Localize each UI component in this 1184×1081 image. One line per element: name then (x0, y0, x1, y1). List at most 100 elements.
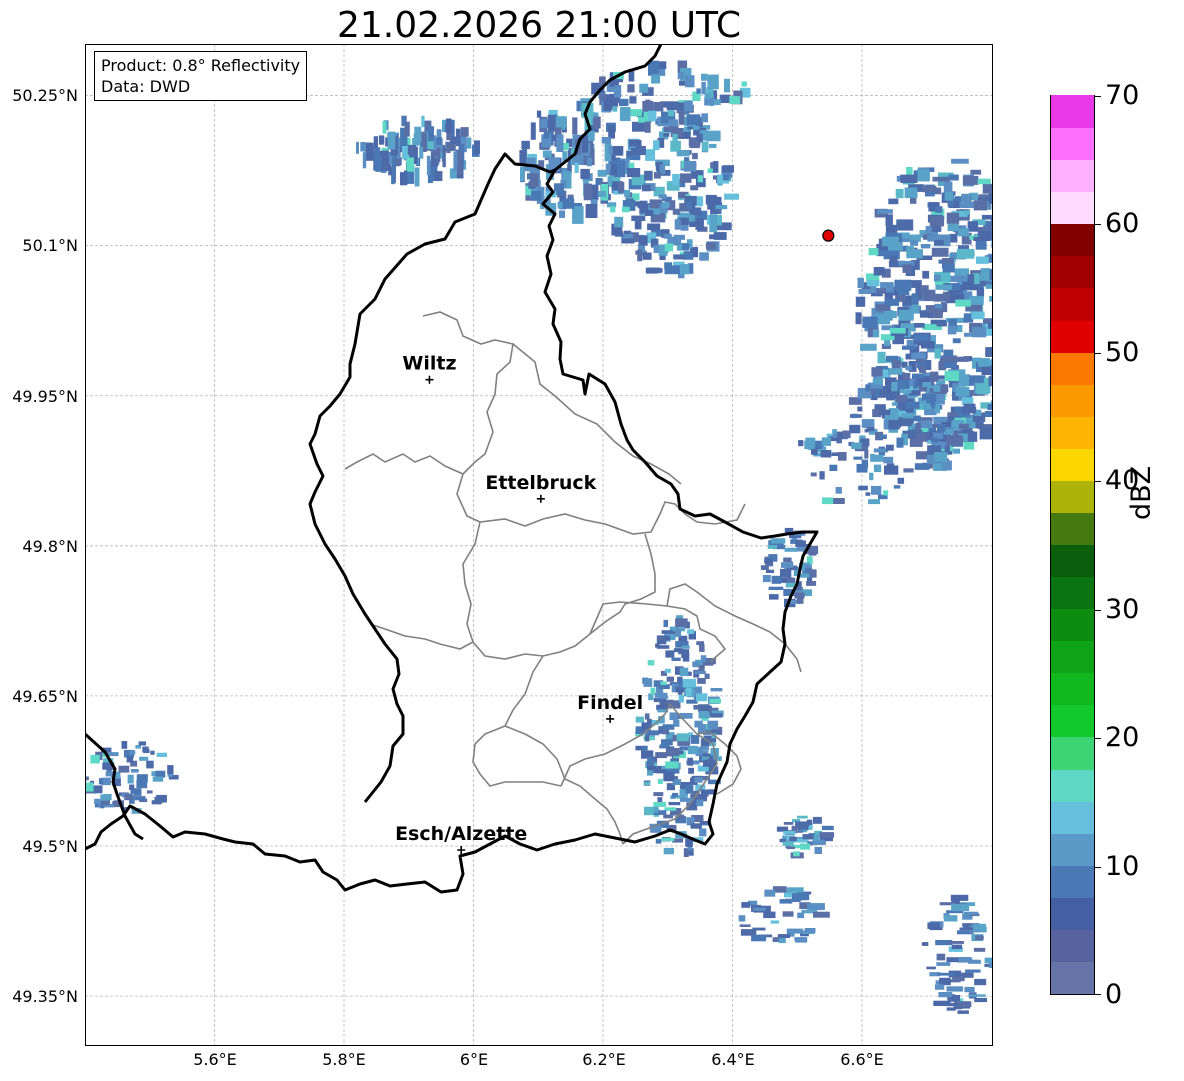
echo-cell (674, 629, 682, 637)
echo-cell (888, 420, 900, 430)
echo-cell (980, 268, 991, 278)
echo-cell (134, 796, 146, 801)
echo-cell (947, 412, 959, 417)
echo-cell (614, 231, 624, 237)
echo-cell (884, 310, 897, 319)
echo-cell (901, 413, 914, 419)
echo-cell (906, 249, 923, 259)
echo-cell (152, 776, 164, 782)
echo-cell (722, 165, 734, 173)
echo-cell (877, 288, 886, 294)
echo-cell (891, 402, 898, 406)
echo-cell (982, 183, 993, 194)
colorbar-segment (1051, 865, 1094, 898)
echo-cell (958, 957, 971, 961)
echo-cell (951, 944, 962, 949)
echo-cell (782, 911, 794, 917)
colorbar-segment (1051, 416, 1094, 449)
echo-cell (419, 146, 424, 159)
echo-cell (835, 487, 842, 494)
echo-cell (696, 88, 701, 94)
echo-cell (741, 81, 747, 87)
echo-cell (869, 472, 874, 481)
echo-cell (716, 215, 722, 226)
echo-cell (653, 140, 660, 151)
echo-cell (837, 452, 847, 461)
echo-cell (965, 969, 981, 973)
echo-cell (812, 816, 822, 824)
echo-cell (978, 358, 990, 367)
echo-cell (894, 279, 912, 291)
echo-cell (662, 724, 675, 730)
echo-cell (896, 394, 908, 403)
echo-cell (888, 198, 899, 205)
echo-cell (804, 928, 816, 933)
echo-cell (821, 497, 834, 505)
echo-cell (919, 365, 926, 374)
colorbar-label-10: 10 (1105, 851, 1140, 882)
city-label: Wiltz (402, 353, 456, 375)
echo-cell (829, 464, 838, 471)
echo-cell (923, 289, 936, 301)
echo-cell (705, 194, 717, 205)
echo-cell (939, 902, 954, 906)
echo-cell (888, 408, 899, 418)
echo-cell (877, 209, 893, 214)
echo-cell (820, 450, 832, 458)
echo-cell (917, 169, 930, 182)
echo-cell (981, 365, 993, 375)
echo-cell (426, 155, 431, 176)
echo-cell (672, 792, 679, 798)
echo-cell (421, 115, 425, 128)
echo-cell (958, 228, 969, 237)
echo-cell (798, 440, 804, 447)
colorbar-title: dBZ (1126, 465, 1157, 520)
echo-cell (715, 205, 728, 210)
echo-cell (971, 311, 985, 320)
colorbar-segment (1051, 704, 1094, 738)
city-label: Ettelbruck (485, 472, 596, 494)
echo-cell (925, 305, 936, 313)
echo-cell (874, 388, 880, 398)
echo-cell (618, 181, 625, 194)
colorbar-segment (1051, 287, 1094, 321)
echo-cell (585, 189, 593, 198)
echo-cell (657, 637, 663, 641)
echo-cell (412, 138, 421, 146)
echo-cell (938, 992, 953, 998)
echo-cell (644, 121, 651, 133)
echo-cell (955, 386, 970, 397)
echo-cell (889, 328, 906, 334)
echo-cell (685, 784, 694, 794)
echo-cell (988, 322, 993, 329)
echo-cell (796, 822, 808, 829)
echo-cell (667, 110, 675, 117)
echo-cell (155, 770, 166, 778)
echo-cell (705, 242, 717, 250)
echo-cell (663, 233, 672, 239)
echo-cell (883, 456, 894, 464)
echo-cell (689, 221, 700, 227)
echo-cell (85, 776, 89, 781)
echo-cell (793, 851, 800, 857)
echo-cell (987, 404, 993, 411)
echo-cell (621, 206, 630, 213)
echo-cell (723, 174, 730, 181)
lat-label-49-65: 49.65°N (12, 687, 78, 706)
echo-cell (929, 216, 945, 227)
echo-cell (642, 184, 651, 192)
echo-cell (467, 137, 472, 149)
colorbar-segment (1051, 768, 1094, 802)
echo-cell (597, 190, 607, 198)
echo-cell (975, 241, 987, 250)
echo-cell (719, 94, 731, 103)
product-info-box: Product: 0.8° Reflectivity Data: DWD (94, 51, 308, 101)
echo-cell (862, 316, 878, 328)
echo-cell (709, 214, 718, 226)
echo-cell (810, 472, 817, 477)
echo-cell (694, 720, 703, 728)
echo-cell (975, 383, 991, 394)
echo-cell (713, 99, 721, 105)
echo-cell (692, 661, 700, 668)
echo-cell (679, 667, 689, 677)
